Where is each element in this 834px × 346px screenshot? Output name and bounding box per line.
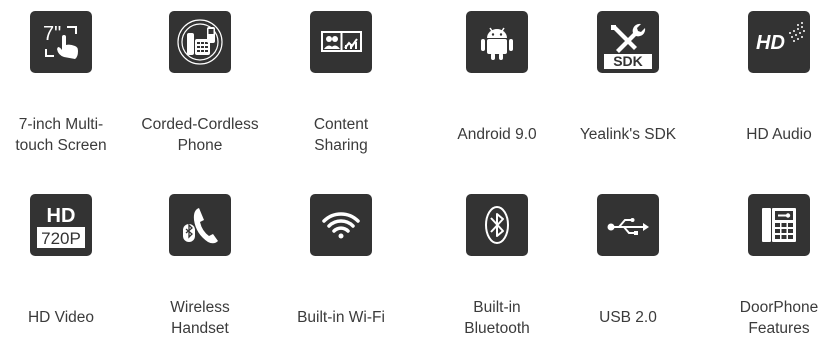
bluetooth-icon xyxy=(466,194,528,256)
feature-label: Corded-Cordless Phone xyxy=(141,116,259,154)
hd-video-icon: HD 720P xyxy=(30,194,92,256)
android-icon xyxy=(466,11,528,73)
hd-video-text: HD xyxy=(47,205,76,227)
feature-label: DoorPhone Features xyxy=(739,299,819,337)
feature-hd-audio: HD HD Audio xyxy=(709,3,834,163)
feature-label: 7-inch Multi- touch Screen xyxy=(15,116,107,154)
feature-label: Yealink's SDK xyxy=(579,126,677,143)
feature-label: Built-in Bluetooth xyxy=(464,299,530,337)
feature-label: USB 2.0 xyxy=(599,309,657,326)
feature-grid: 7" 7-inch Multi- touch Screen Corded-Cor… xyxy=(0,0,834,341)
resolution-text: 720P xyxy=(41,229,81,248)
wifi-icon xyxy=(310,194,372,256)
screen-size-text: 7" xyxy=(43,23,61,45)
sdk-icon: SDK xyxy=(597,11,659,73)
feature-android: Android 9.0 xyxy=(427,3,567,163)
feature-label: Wireless Handset xyxy=(170,299,230,337)
feature-label: Android 9.0 xyxy=(457,126,537,143)
feature-hd-video: HD 720P HD Video xyxy=(0,186,131,346)
feature-doorphone: DoorPhone Features xyxy=(709,186,834,346)
feature-content-sharing: Content Sharing xyxy=(271,3,411,163)
corded-cordless-phone-icon xyxy=(169,11,231,73)
feature-label: Built-in Wi-Fi xyxy=(297,309,385,326)
feature-label: Content Sharing xyxy=(313,116,369,154)
feature-bluetooth: Built-in Bluetooth xyxy=(427,186,567,346)
hd-audio-text: HD xyxy=(756,32,785,54)
hd-audio-icon: HD xyxy=(748,11,810,73)
feature-wireless-handset: Wireless Handset xyxy=(130,186,270,346)
doorphone-icon xyxy=(748,194,810,256)
feature-usb: USB 2.0 xyxy=(558,186,698,346)
feature-corded-cordless: Corded-Cordless Phone xyxy=(130,3,270,163)
bluetooth-handset-icon xyxy=(169,194,231,256)
feature-wifi: Built-in Wi-Fi xyxy=(271,186,411,346)
feature-label: HD Audio xyxy=(746,126,812,143)
touch-screen-icon: 7" xyxy=(30,11,92,73)
feature-label: HD Video xyxy=(27,309,95,326)
feature-touch-screen: 7" 7-inch Multi- touch Screen xyxy=(0,3,131,163)
usb-icon xyxy=(597,194,659,256)
content-sharing-icon xyxy=(310,11,372,73)
sdk-text: SDK xyxy=(613,53,643,69)
feature-sdk: SDK Yealink's SDK xyxy=(558,3,698,163)
